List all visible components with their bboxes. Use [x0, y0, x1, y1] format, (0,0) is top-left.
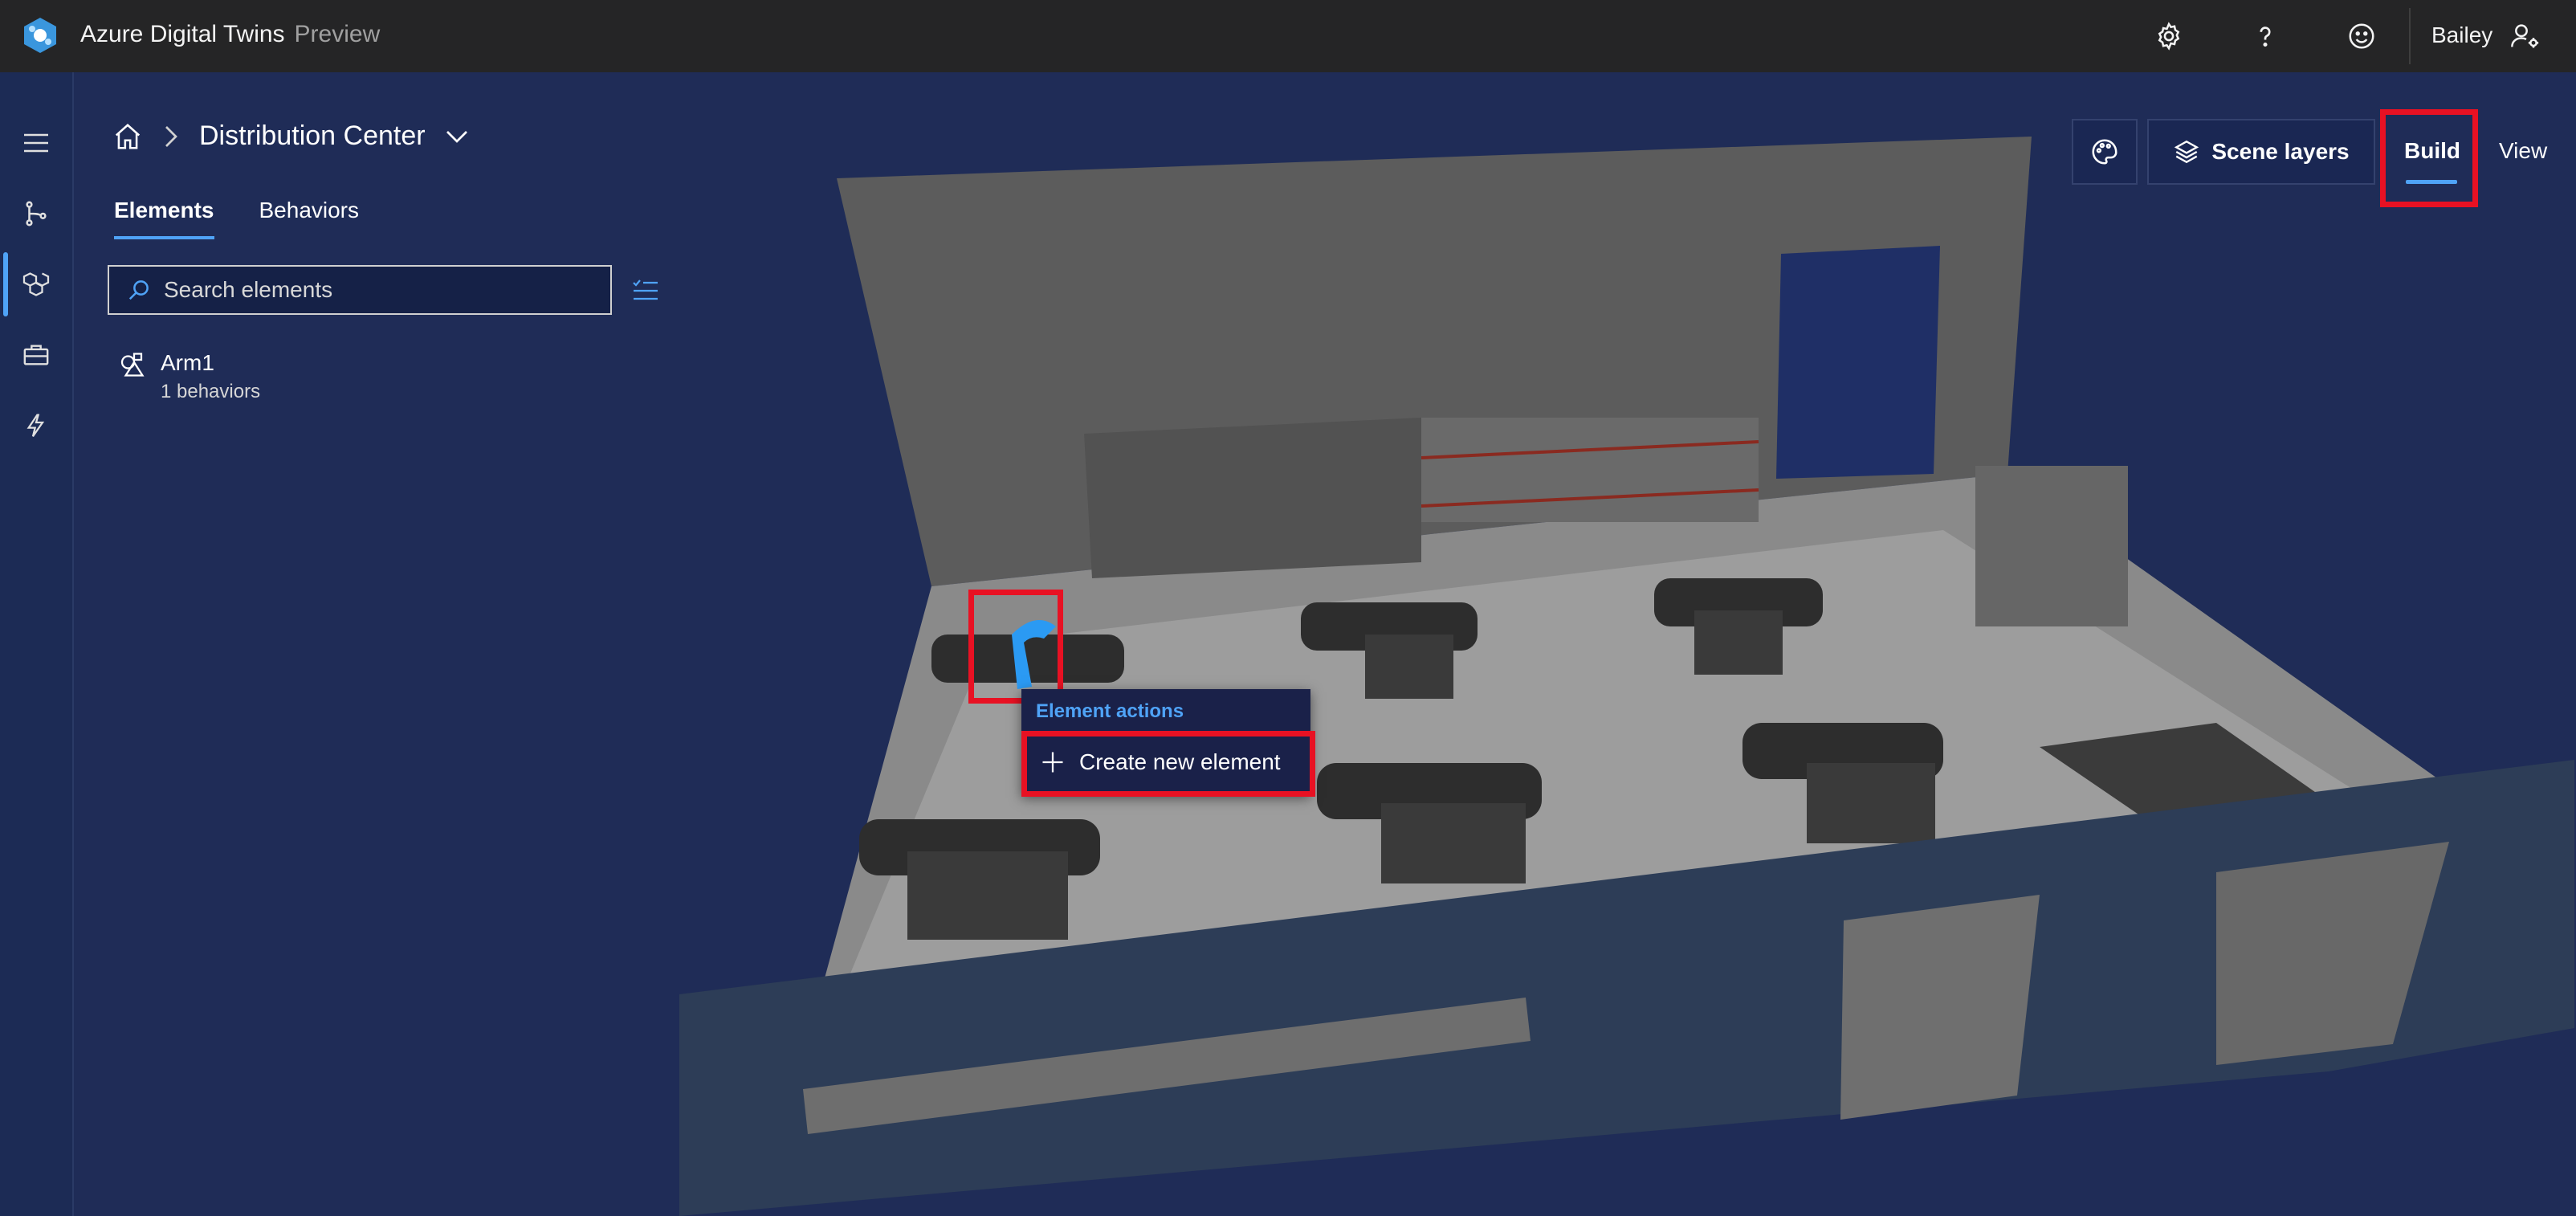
- panel-tabs: Elements Behaviors: [114, 198, 359, 239]
- azure-digital-twins-logo: [24, 18, 56, 53]
- element-name: Arm1: [161, 350, 214, 375]
- feedback-button[interactable]: [2345, 19, 2378, 53]
- scene-layers-label: Scene layers: [2211, 139, 2350, 164]
- tab-view[interactable]: View: [2499, 138, 2547, 164]
- app-title-text: Azure Digital Twins: [80, 21, 285, 47]
- theme-button[interactable]: [2072, 119, 2138, 185]
- scene-title: Distribution Center: [199, 120, 426, 151]
- smiley-icon: [2349, 23, 2374, 49]
- scene-machine: [1975, 466, 2128, 626]
- nav-toolbox[interactable]: [0, 323, 72, 387]
- arm-highlight: [968, 590, 1063, 704]
- breadcrumb: Distribution Center: [112, 120, 469, 152]
- scene-window: [1840, 895, 2040, 1120]
- gear-icon: [2158, 22, 2180, 51]
- checklist-icon: [633, 280, 658, 300]
- settings-button[interactable]: [2152, 19, 2186, 53]
- help-button[interactable]: [2248, 19, 2282, 53]
- scene-layers-button[interactable]: Scene layers: [2147, 119, 2375, 185]
- menu-title: Element actions: [1036, 700, 1184, 722]
- user-name: Bailey: [2431, 22, 2493, 47]
- shapes-icon: [120, 353, 145, 377]
- nav-3d-scenes[interactable]: [0, 252, 72, 316]
- list-item-arm1[interactable]: Arm1 1 behaviors: [117, 350, 260, 403]
- chevron-down-icon[interactable]: [445, 129, 469, 145]
- chevron-right-icon: [165, 125, 177, 147]
- scene-counter: [1084, 418, 1421, 578]
- scene-shelf: [1421, 418, 1759, 522]
- tab-elements[interactable]: Elements: [114, 198, 214, 239]
- search-input[interactable]: [162, 276, 583, 304]
- nav-twin-graph[interactable]: [0, 182, 72, 246]
- cubes-icon: [22, 272, 50, 296]
- topbar-divider: [2409, 8, 2411, 64]
- tab-behaviors[interactable]: Behaviors: [259, 198, 360, 239]
- element-behaviors-count: 1 behaviors: [161, 381, 261, 402]
- user-settings-button[interactable]: [2509, 19, 2542, 53]
- hamburger-icon: [24, 133, 48, 153]
- search-icon: [128, 280, 149, 300]
- list-item-text: Arm1 1 behaviors: [161, 350, 260, 403]
- briefcase-icon: [23, 345, 49, 365]
- 3d-scene-viewport[interactable]: [74, 72, 2576, 1216]
- top-bar: Azure Digital Twins Preview Bailey: [0, 0, 2576, 72]
- preview-badge: Preview: [294, 21, 381, 47]
- nav-rail: [0, 72, 74, 1216]
- layers-icon: [2175, 140, 2199, 164]
- palette-icon: [2092, 139, 2117, 165]
- menu-toggle-button[interactable]: [0, 111, 72, 175]
- multi-select-button[interactable]: [628, 273, 663, 308]
- scene-doorway: [1776, 246, 1940, 479]
- lightning-icon: [26, 414, 45, 437]
- build-highlight: [2380, 109, 2478, 207]
- create-element-highlight: [1021, 731, 1315, 797]
- nav-events[interactable]: [0, 394, 72, 458]
- question-mark-icon: [2260, 27, 2271, 47]
- graph-icon: [26, 201, 47, 226]
- search-box: [108, 265, 612, 315]
- app-title: Azure Digital Twins Preview: [80, 21, 380, 48]
- active-indicator: [3, 252, 8, 316]
- person-settings-icon: [2511, 24, 2539, 48]
- home-icon[interactable]: [112, 121, 143, 152]
